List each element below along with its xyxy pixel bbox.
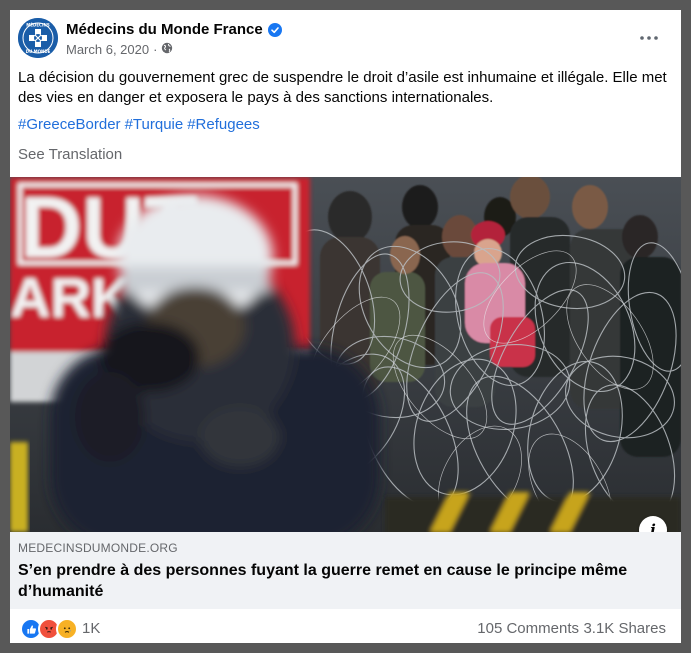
hashtag-turquie[interactable]: #Turquie — [125, 116, 184, 133]
post-date[interactable]: March 6, 2020 — [66, 42, 149, 57]
post-meta: March 6, 2020 · — [66, 42, 173, 57]
post-card: MÉDECINS DU MONDE Médecins du Monde Fran… — [10, 10, 681, 643]
globe-icon — [161, 42, 173, 57]
see-translation-link[interactable]: See Translation — [18, 146, 122, 163]
comments-count[interactable]: 105 Comments — [477, 620, 579, 637]
meta-separator: · — [153, 42, 158, 57]
reaction-icons[interactable] — [20, 618, 78, 640]
hashtag-refugees[interactable]: #Refugees — [187, 116, 260, 133]
border-photo: DUT ARKI — [10, 177, 681, 532]
hashtag-greeceborder[interactable]: #GreeceBorder — [18, 116, 121, 133]
post-author: Médecins du Monde France — [66, 21, 282, 38]
logo-text-top: MÉDECINS — [26, 23, 50, 28]
link-headline[interactable]: S’en prendre à des personnes fuyant la g… — [18, 560, 668, 602]
link-preview-box[interactable]: MEDECINSDUMONDE.ORG S’en prendre à des p… — [10, 532, 681, 609]
verified-badge-icon — [267, 22, 282, 37]
page-avatar[interactable]: MÉDECINS DU MONDE — [18, 18, 58, 58]
logo-text-bottom: DU MONDE — [26, 49, 51, 54]
page-name-link[interactable]: Médecins du Monde France — [66, 21, 263, 38]
reactions-count[interactable]: 1K — [82, 620, 100, 637]
post-text: La décision du gouvernement grec de susp… — [18, 69, 667, 106]
shares-count[interactable]: 3.1K Shares — [583, 620, 666, 637]
link-preview-image[interactable]: DUT ARKI i — [10, 177, 681, 532]
link-domain: MEDECINSDUMONDE.ORG — [18, 541, 178, 555]
sad-reaction-icon — [56, 618, 78, 640]
mdm-logo-icon: MÉDECINS DU MONDE — [18, 18, 58, 58]
hashtags: #GreeceBorder #Turquie #Refugees — [18, 115, 264, 135]
post-stats: 1K 105 Comments 3.1K Shares — [10, 609, 681, 643]
more-options-icon[interactable] — [637, 28, 661, 48]
